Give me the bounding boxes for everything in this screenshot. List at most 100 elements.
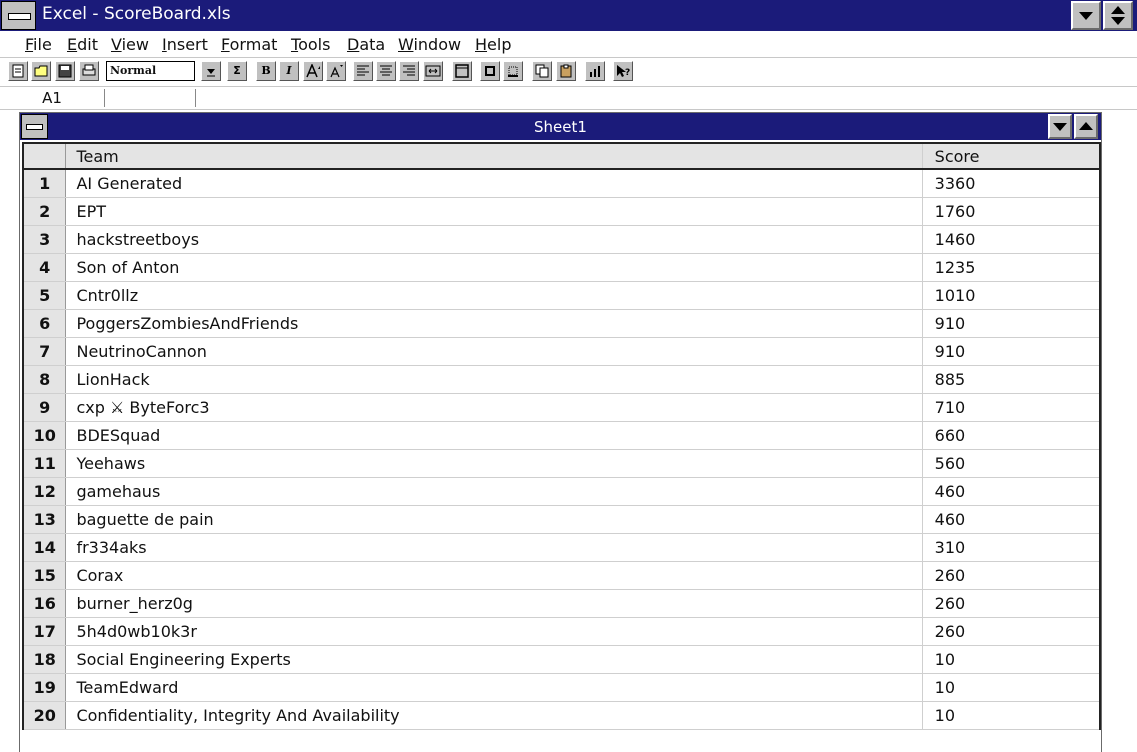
autosum-button[interactable]: Σ [227, 61, 247, 81]
align-center-button[interactable] [376, 61, 396, 81]
menu-window[interactable]: Window [398, 35, 461, 54]
column-header-team[interactable]: Team [65, 142, 923, 170]
row-header[interactable]: 5 [22, 281, 67, 310]
copy-button[interactable] [532, 61, 552, 81]
minimize-button[interactable] [1071, 1, 1101, 30]
name-box[interactable]: A1 [0, 87, 104, 109]
borders-button[interactable] [452, 61, 472, 81]
row-header[interactable]: 6 [22, 309, 67, 338]
row-header[interactable]: 7 [22, 337, 67, 366]
score-cell[interactable]: 1010 [922, 281, 1101, 310]
team-cell[interactable]: 5h4d0wb10k3r [65, 617, 923, 646]
team-cell[interactable]: LionHack [65, 365, 923, 394]
column-header-score[interactable]: Score [922, 142, 1101, 170]
outline-border-button[interactable] [480, 61, 500, 81]
team-cell[interactable]: gamehaus [65, 477, 923, 506]
team-cell[interactable]: cxp ⚔ ByteForc3 [65, 393, 923, 422]
score-cell[interactable]: 10 [922, 673, 1101, 702]
score-cell[interactable]: 1460 [922, 225, 1101, 254]
score-cell[interactable]: 1235 [922, 253, 1101, 282]
system-menu-button[interactable] [1, 1, 36, 30]
score-cell[interactable]: 10 [922, 701, 1101, 730]
score-cell[interactable]: 310 [922, 533, 1101, 562]
restore-button[interactable] [1103, 1, 1133, 30]
row-header[interactable]: 3 [22, 225, 67, 254]
menu-help[interactable]: Help [475, 35, 511, 54]
italic-button[interactable]: I [279, 61, 299, 81]
row-header[interactable]: 16 [22, 589, 67, 618]
team-cell[interactable]: Son of Anton [65, 253, 923, 282]
score-cell[interactable]: 1760 [922, 197, 1101, 226]
team-cell[interactable]: Social Engineering Experts [65, 645, 923, 674]
menu-insert[interactable]: Insert [162, 35, 208, 54]
paste-format-button[interactable] [556, 61, 576, 81]
new-file-button[interactable] [8, 61, 28, 81]
row-header[interactable]: 19 [22, 673, 67, 702]
team-cell[interactable]: TeamEdward [65, 673, 923, 702]
team-cell[interactable]: AI Generated [65, 169, 923, 198]
align-right-button[interactable] [399, 61, 419, 81]
team-cell[interactable]: Corax [65, 561, 923, 590]
row-header[interactable]: 4 [22, 253, 67, 282]
score-cell[interactable]: 260 [922, 589, 1101, 618]
row-header[interactable]: 9 [22, 393, 67, 422]
bold-button[interactable]: B [256, 61, 276, 81]
score-cell[interactable]: 910 [922, 337, 1101, 366]
row-header[interactable]: 20 [22, 701, 67, 730]
print-button[interactable] [79, 61, 99, 81]
score-cell[interactable]: 910 [922, 309, 1101, 338]
menu-tools[interactable]: Tools [291, 35, 330, 54]
chart-wizard-button[interactable] [585, 61, 605, 81]
open-file-button[interactable] [31, 61, 51, 81]
score-cell[interactable]: 660 [922, 421, 1101, 450]
score-cell[interactable]: 10 [922, 645, 1101, 674]
sheet-minimize-button[interactable] [1048, 114, 1072, 139]
team-cell[interactable]: hackstreetboys [65, 225, 923, 254]
team-cell[interactable]: Yeehaws [65, 449, 923, 478]
style-select[interactable]: Normal [106, 61, 195, 81]
score-cell[interactable]: 460 [922, 477, 1101, 506]
row-header[interactable]: 17 [22, 617, 67, 646]
score-cell[interactable]: 260 [922, 561, 1101, 590]
align-left-button[interactable] [353, 61, 373, 81]
menu-view[interactable]: View [111, 35, 149, 54]
style-dropdown-button[interactable] [201, 61, 221, 81]
formula-input[interactable] [200, 87, 1130, 109]
menu-format[interactable]: Format [221, 35, 277, 54]
menu-data[interactable]: Data [347, 35, 385, 54]
row-header[interactable]: 10 [22, 421, 67, 450]
team-cell[interactable]: baguette de pain [65, 505, 923, 534]
score-cell[interactable]: 460 [922, 505, 1101, 534]
decrease-font-button[interactable] [326, 61, 346, 81]
team-cell[interactable]: fr334aks [65, 533, 923, 562]
score-cell[interactable]: 3360 [922, 169, 1101, 198]
help-pointer-button[interactable]: ? [613, 61, 633, 81]
team-cell[interactable]: NeutrinoCannon [65, 337, 923, 366]
row-header[interactable]: 8 [22, 365, 67, 394]
team-cell[interactable]: PoggersZombiesAndFriends [65, 309, 923, 338]
team-cell[interactable]: EPT [65, 197, 923, 226]
row-header[interactable]: 18 [22, 645, 67, 674]
select-all-corner[interactable] [22, 142, 67, 170]
team-cell[interactable]: BDESquad [65, 421, 923, 450]
menu-edit[interactable]: Edit [67, 35, 98, 54]
row-header[interactable]: 15 [22, 561, 67, 590]
menu-file[interactable]: File [25, 35, 52, 54]
team-cell[interactable]: Confidentiality, Integrity And Availabil… [65, 701, 923, 730]
score-cell[interactable]: 710 [922, 393, 1101, 422]
team-cell[interactable]: Cntr0llz [65, 281, 923, 310]
row-header[interactable]: 2 [22, 197, 67, 226]
sheet-system-menu-button[interactable] [21, 114, 48, 139]
increase-font-button[interactable] [303, 61, 323, 81]
score-cell[interactable]: 260 [922, 617, 1101, 646]
team-cell[interactable]: burner_herz0g [65, 589, 923, 618]
bottom-border-button[interactable] [503, 61, 523, 81]
score-cell[interactable]: 560 [922, 449, 1101, 478]
row-header[interactable]: 1 [22, 169, 67, 198]
row-header[interactable]: 11 [22, 449, 67, 478]
row-header[interactable]: 13 [22, 505, 67, 534]
score-cell[interactable]: 885 [922, 365, 1101, 394]
row-header[interactable]: 14 [22, 533, 67, 562]
row-header[interactable]: 12 [22, 477, 67, 506]
save-button[interactable] [55, 61, 75, 81]
